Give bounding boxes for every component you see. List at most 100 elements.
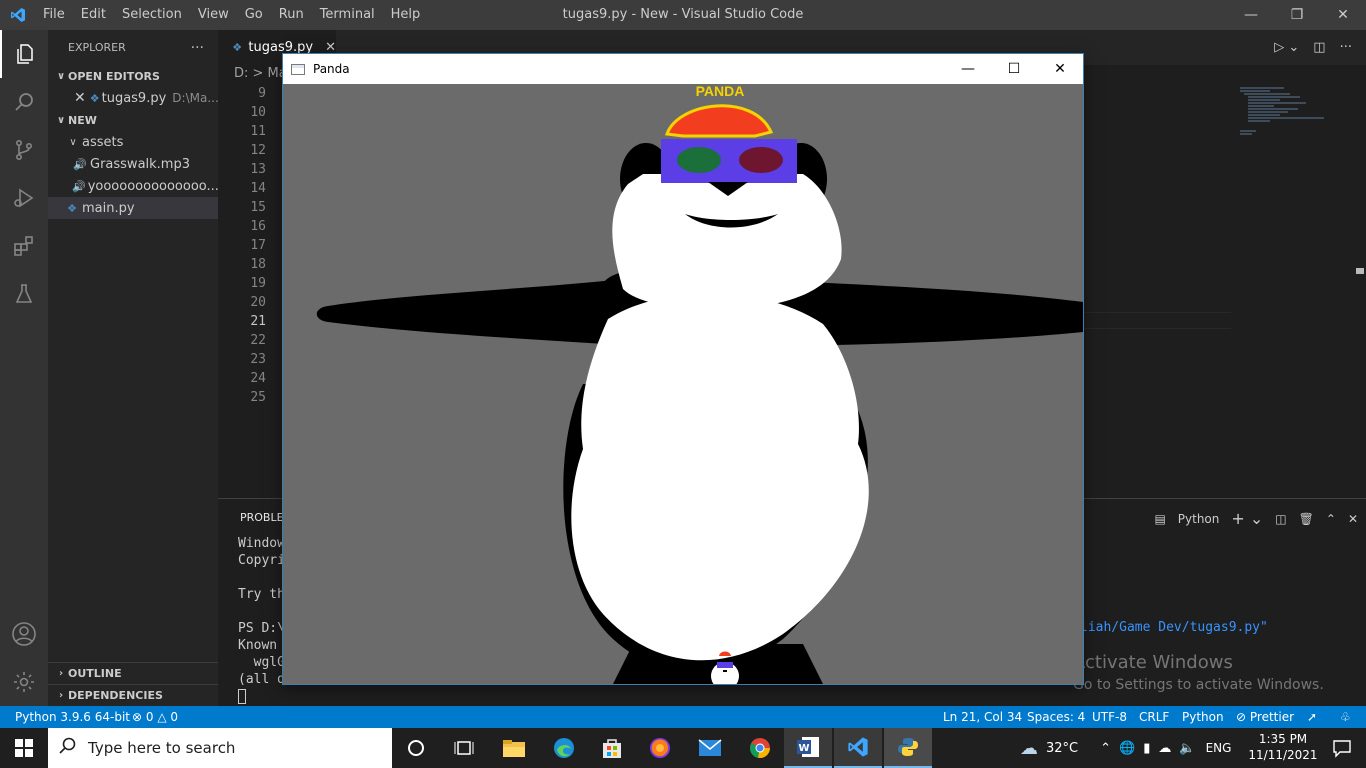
open-editors-section[interactable]: ∨ OPEN EDITORS <box>48 65 218 87</box>
open-editor-item[interactable]: ✕ ❖ tugas9.py D:\Ma... <box>48 87 218 109</box>
file-name: yoooooooooooooo... <box>87 178 218 194</box>
more-actions-icon[interactable]: ··· <box>191 40 204 56</box>
panda-close-button[interactable]: ✕ <box>1037 54 1083 84</box>
vscode-taskbar-icon[interactable] <box>834 728 882 768</box>
more-actions-icon[interactable]: ··· <box>1340 40 1352 55</box>
windows-start-icon[interactable] <box>0 728 48 768</box>
dependencies-section[interactable]: › DEPENDENCIES <box>48 684 218 706</box>
chevron-down-icon: ∨ <box>56 70 66 82</box>
explorer-icon[interactable] <box>0 30 48 78</box>
close-tab-icon[interactable]: ✕ <box>325 40 336 55</box>
main-file-item[interactable]: ❖ main.py <box>48 197 218 219</box>
volume-icon[interactable]: 🔈 <box>1179 741 1195 756</box>
explorer-sidebar: EXPLORER ··· ∨ OPEN EDITORS ✕ ❖ tugas9.p… <box>48 30 218 706</box>
run-debug-icon[interactable] <box>0 174 48 222</box>
network-icon[interactable]: 🌐 <box>1119 741 1135 756</box>
menu-file[interactable]: File <box>35 0 73 30</box>
menu-run[interactable]: Run <box>271 0 312 30</box>
split-editor-icon[interactable]: ◫ <box>1313 40 1325 55</box>
file-item[interactable]: 🔊 Grasswalk.mp3 <box>48 153 218 175</box>
firefox-icon[interactable] <box>636 728 684 768</box>
current-line-highlight <box>1083 312 1231 329</box>
prettier-status[interactable]: ⊘ Prettier <box>1236 706 1294 728</box>
line-number: 20 <box>250 295 266 310</box>
error-icon: ⊗ <box>132 710 143 724</box>
outline-label: OUTLINE <box>68 667 122 680</box>
clock[interactable]: 1:35 PM 11/11/2021 <box>1244 731 1322 763</box>
live-share-icon[interactable]: ➚ <box>1307 706 1317 728</box>
weather-temp[interactable]: 32°C <box>1046 741 1078 756</box>
search-icon[interactable] <box>0 78 48 126</box>
close-button[interactable]: ✕ <box>1320 0 1366 30</box>
show-hidden-icons-icon[interactable]: ⌃ <box>1100 741 1111 756</box>
line-number: 15 <box>250 200 266 215</box>
notifications-bell-icon[interactable]: ♧ <box>1340 706 1351 728</box>
close-editor-icon[interactable]: ✕ <box>74 90 86 106</box>
panda-maximize-button[interactable]: ☐ <box>991 54 1037 84</box>
menu-go[interactable]: Go <box>237 0 271 30</box>
word-icon[interactable]: W <box>784 728 832 768</box>
folder-section[interactable]: ∨ NEW <box>48 109 218 131</box>
maximize-panel-icon[interactable]: ⌃ <box>1326 512 1336 526</box>
python-taskbar-icon[interactable] <box>884 728 932 768</box>
restore-button[interactable]: ❐ <box>1274 0 1320 30</box>
menu-selection[interactable]: Selection <box>114 0 190 30</box>
terminal-name[interactable]: Python <box>1178 512 1220 526</box>
split-terminal-icon[interactable]: ◫ <box>1275 512 1286 526</box>
cursor-position[interactable]: Ln 21, Col 34 <box>943 706 1022 728</box>
cortana-icon[interactable] <box>392 728 440 768</box>
audio-file-icon: 🔊 <box>73 157 87 171</box>
account-icon[interactable] <box>0 610 48 658</box>
mail-icon[interactable] <box>686 728 734 768</box>
terminal-cursor <box>238 689 246 704</box>
panda-window-titlebar[interactable]: Panda — ☐ ✕ <box>283 54 1083 84</box>
task-view-icon[interactable] <box>440 728 488 768</box>
chrome-icon[interactable] <box>736 728 784 768</box>
close-panel-icon[interactable]: ✕ <box>1348 512 1358 526</box>
file-explorer-icon[interactable] <box>490 728 538 768</box>
notification-center-icon[interactable] <box>1318 728 1366 768</box>
encoding[interactable]: UTF-8 <box>1092 706 1127 728</box>
taskbar-search-box[interactable]: Type here to search <box>48 728 392 768</box>
panda-3d-scene[interactable]: PANDA <box>283 84 1083 684</box>
menu-edit[interactable]: Edit <box>73 0 114 30</box>
weather-icon[interactable]: ☁ <box>1020 738 1038 759</box>
problems-indicator[interactable]: ⊗ 0 △ 0 <box>132 706 178 728</box>
warning-icon: △ <box>157 710 167 724</box>
input-language[interactable]: ENG <box>1206 741 1232 755</box>
run-file-icon[interactable]: ▷ ⌄ <box>1274 40 1299 55</box>
minimize-button[interactable]: — <box>1228 0 1274 30</box>
glasses-right-lens <box>739 147 783 173</box>
extensions-icon[interactable] <box>0 222 48 270</box>
menu-terminal[interactable]: Terminal <box>312 0 383 30</box>
language-mode[interactable]: Python <box>1182 706 1224 728</box>
file-item[interactable]: 🔊 yoooooooooooooo... <box>48 175 218 197</box>
testing-icon[interactable] <box>0 270 48 318</box>
app-window-icon <box>291 63 305 75</box>
battery-icon[interactable]: ▮ <box>1143 741 1150 756</box>
settings-gear-icon[interactable] <box>0 658 48 706</box>
line-number: 9 <box>258 86 266 101</box>
outline-section[interactable]: › OUTLINE <box>48 662 218 684</box>
breadcrumb[interactable]: D: > Ma <box>234 66 287 81</box>
trash-icon[interactable]: 🗑 <box>1299 512 1314 526</box>
minimap[interactable] <box>1240 86 1352 146</box>
folder-label: NEW <box>68 113 97 127</box>
edge-browser-icon[interactable] <box>540 728 588 768</box>
panda-minimize-button[interactable]: — <box>945 54 991 84</box>
vscode-logo-icon <box>0 0 35 30</box>
activity-bar <box>0 30 48 706</box>
onedrive-icon[interactable]: ☁ <box>1158 741 1171 756</box>
source-control-icon[interactable] <box>0 126 48 174</box>
new-terminal-icon[interactable]: + ⌄ <box>1231 509 1263 528</box>
menu-help[interactable]: Help <box>383 0 429 30</box>
panda-window[interactable]: Panda — ☐ ✕ PANDA <box>283 54 1083 684</box>
assets-folder[interactable]: ∨ assets <box>48 131 218 153</box>
store-icon[interactable] <box>588 728 636 768</box>
line-ending[interactable]: CRLF <box>1139 706 1169 728</box>
python-interpreter[interactable]: Python 3.9.6 64-bit <box>15 706 130 728</box>
scrollbar-thumb[interactable] <box>1356 268 1364 274</box>
indentation[interactable]: Spaces: 4 <box>1027 706 1085 728</box>
line-number: 25 <box>250 390 266 405</box>
menu-view[interactable]: View <box>190 0 237 30</box>
